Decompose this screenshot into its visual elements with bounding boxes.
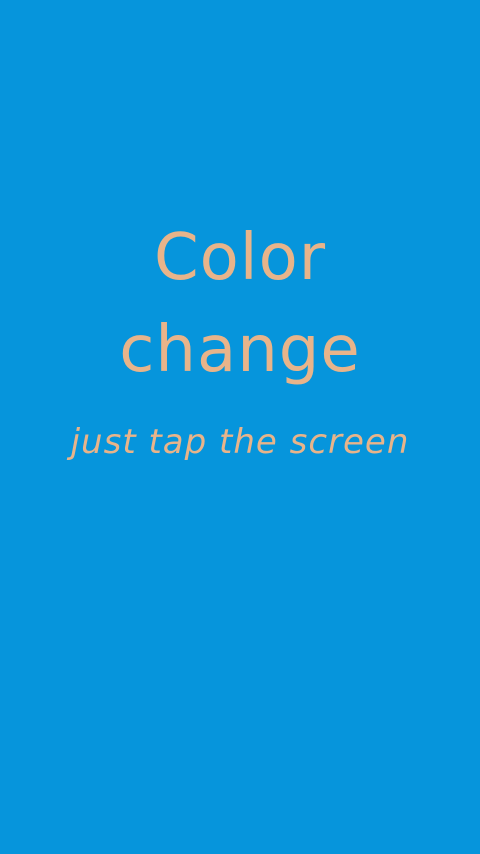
tap-screen-area[interactable]: Color change just tap the screen — [0, 0, 480, 854]
title-line-2: change — [119, 313, 361, 387]
instruction-text: just tap the screen — [70, 422, 410, 462]
title-line-1: Color — [153, 221, 327, 295]
